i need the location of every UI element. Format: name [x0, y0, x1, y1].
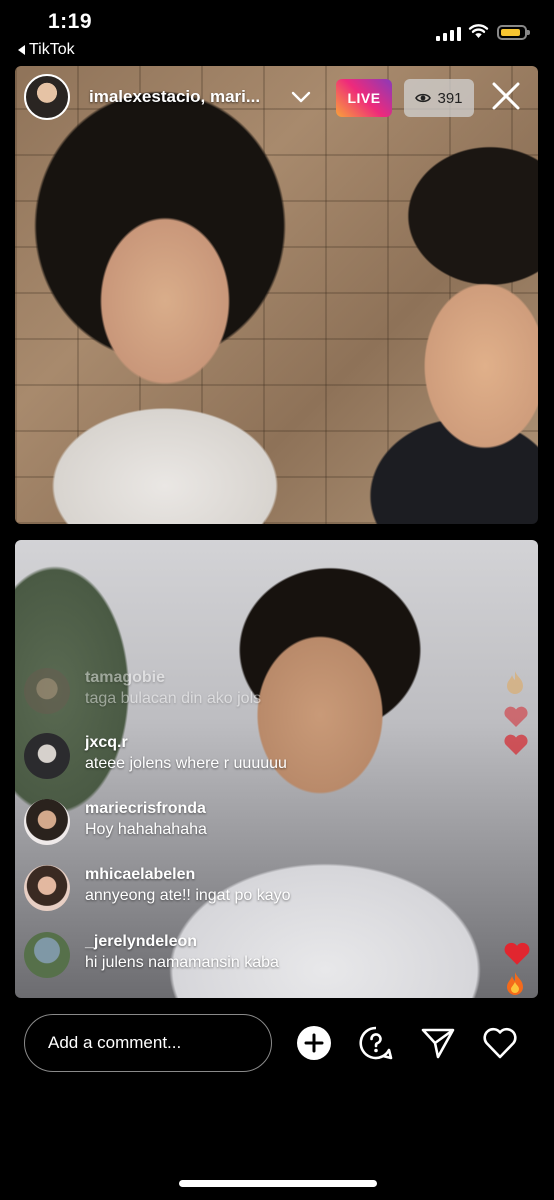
- comment-item[interactable]: jxcq.r ateee jolens where r uuuuuu: [24, 733, 287, 779]
- back-app-label: TikTok: [29, 41, 75, 58]
- heart-icon: [504, 734, 528, 755]
- comment-message: Hoy hahahahaha: [85, 821, 207, 838]
- commenter-avatar: [24, 668, 70, 714]
- live-badge: LIVE: [336, 79, 392, 117]
- host-avatar[interactable]: [24, 74, 70, 120]
- comment-message: hi julens namamansin kaba: [85, 954, 279, 971]
- send-icon: [421, 1028, 455, 1059]
- comment-item[interactable]: tamagobie taga bulacan din ako jols: [24, 668, 261, 714]
- chevron-down-icon[interactable]: [291, 90, 311, 104]
- home-indicator[interactable]: [179, 1180, 377, 1187]
- comment-message: annyeong ate!! ingat po kayo: [85, 887, 291, 904]
- back-arrow-icon: [18, 45, 25, 55]
- question-button[interactable]: [356, 1023, 396, 1063]
- viewer-count-badge[interactable]: 391: [404, 79, 474, 117]
- viewer-count: 391: [437, 89, 463, 107]
- comment-username: mhicaelabelen: [85, 866, 196, 883]
- comment-username: jxcq.r: [85, 734, 128, 751]
- eye-icon: [415, 93, 432, 103]
- status-time: 1:19: [48, 10, 93, 33]
- battery-icon: [497, 25, 530, 40]
- question-icon: [359, 1026, 393, 1060]
- comment-username: _jerelyndeleon: [85, 933, 198, 950]
- comment-username: tamagobie: [85, 669, 166, 686]
- add-button[interactable]: [294, 1023, 334, 1063]
- close-icon[interactable]: [490, 80, 522, 112]
- fire-icon: [507, 972, 523, 995]
- back-to-app-link[interactable]: TikTok: [18, 41, 75, 59]
- comment-message: taga bulacan din ako jols: [85, 690, 262, 707]
- comment-message: ateee jolens where r uuuuuu: [85, 755, 287, 772]
- commenter-avatar: [24, 799, 70, 845]
- wifi-icon: [468, 24, 489, 38]
- comment-username: mariecrisfronda: [85, 800, 206, 817]
- comment-item[interactable]: mariecrisfronda Hoy hahahahaha: [24, 799, 207, 845]
- comment-item[interactable]: _jerelyndeleon hi julens namamansin kaba: [24, 932, 279, 978]
- commenter-avatar: [24, 865, 70, 911]
- host-names[interactable]: imalexestacio, mari...: [89, 87, 260, 107]
- comment-input[interactable]: [24, 1014, 272, 1072]
- commenter-avatar: [24, 932, 70, 978]
- signal-icon: [436, 27, 461, 41]
- heart-icon: [504, 706, 528, 727]
- heart-icon: [504, 942, 530, 965]
- top-live-video: [15, 66, 538, 524]
- fire-icon: [507, 671, 523, 694]
- commenter-avatar: [24, 733, 70, 779]
- like-button[interactable]: [480, 1023, 520, 1063]
- add-icon: [297, 1026, 331, 1060]
- like-icon: [483, 1027, 517, 1059]
- send-button[interactable]: [418, 1023, 458, 1063]
- comment-item[interactable]: mhicaelabelen annyeong ate!! ingat po ka…: [24, 865, 291, 911]
